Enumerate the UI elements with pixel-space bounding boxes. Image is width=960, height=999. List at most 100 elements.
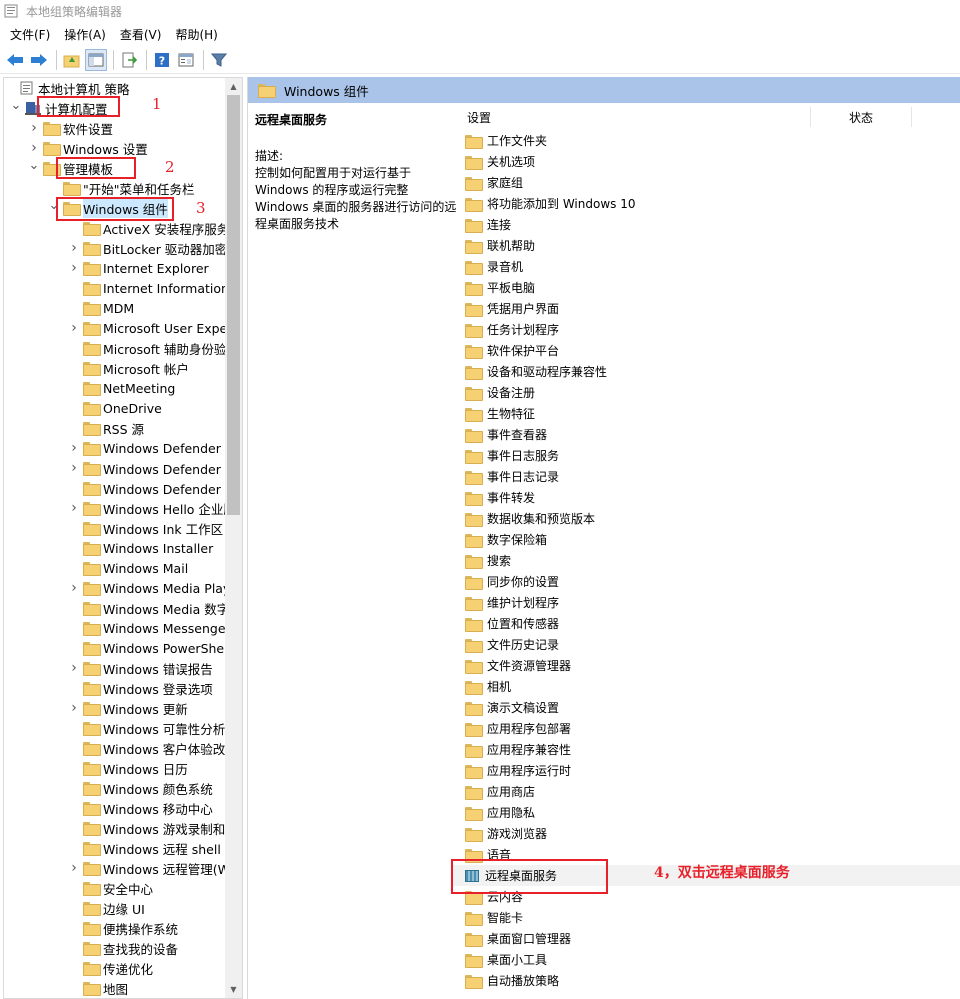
settings-list-item[interactable]: 游戏浏览器 <box>453 823 960 844</box>
settings-list-item[interactable]: 智能卡 <box>453 907 960 928</box>
tree-item[interactable]: Microsoft 辅助身份验证 <box>68 338 239 358</box>
up-folder-icon[interactable] <box>61 49 83 71</box>
chevron-down-icon[interactable]: ⌄ <box>10 95 22 115</box>
menu-file[interactable]: 文件(F) <box>4 26 56 43</box>
menu-action[interactable]: 操作(A) <box>58 26 112 43</box>
tree-item[interactable]: Windows PowerShell <box>68 638 231 658</box>
settings-list-item[interactable]: 连接 <box>453 214 960 235</box>
settings-list-item[interactable]: 应用商店 <box>453 781 960 802</box>
settings-list-item[interactable]: 演示文稿设置 <box>453 697 960 718</box>
settings-list-item[interactable]: 自动播放策略 <box>453 970 960 991</box>
scroll-down-arrow-icon[interactable]: ▼ <box>225 981 242 998</box>
chevron-down-icon[interactable]: ⌄ <box>28 155 40 175</box>
settings-list-item[interactable]: 工作文件夹 <box>453 130 960 151</box>
settings-list-item[interactable]: 事件转发 <box>453 487 960 508</box>
chevron-right-icon[interactable]: › <box>68 658 80 678</box>
settings-list-item[interactable]: 凭据用户界面 <box>453 298 960 319</box>
settings-list-item[interactable]: 相机 <box>453 676 960 697</box>
tree-item[interactable]: › Windows Media Playe <box>68 578 238 598</box>
chevron-right-icon[interactable]: › <box>68 858 80 878</box>
column-header-state[interactable]: 状态 <box>849 109 873 126</box>
tree-item[interactable]: Windows 远程 shell <box>68 838 221 858</box>
chevron-right-icon[interactable]: › <box>68 238 80 258</box>
properties-icon[interactable] <box>175 49 197 71</box>
settings-list-item[interactable]: 平板电脑 <box>453 277 960 298</box>
tree-item[interactable]: Windows Defender 应 <box>68 478 237 498</box>
chevron-right-icon[interactable]: › <box>68 698 80 718</box>
settings-list-item[interactable]: 生物特征 <box>453 403 960 424</box>
settings-list-item[interactable]: 联机帮助 <box>453 235 960 256</box>
chevron-right-icon[interactable]: › <box>68 458 80 478</box>
settings-list-item[interactable]: 数字保险箱 <box>453 529 960 550</box>
help-icon[interactable]: ? <box>151 49 173 71</box>
tree-item[interactable]: Windows 移动中心 <box>68 798 213 818</box>
settings-list-item[interactable]: 桌面小工具 <box>453 949 960 970</box>
column-separator[interactable] <box>810 107 811 127</box>
tree-item[interactable]: "开始"菜单和任务栏 <box>48 178 195 198</box>
tree-item[interactable]: Windows 登录选项 <box>68 678 213 698</box>
settings-list-item[interactable]: 文件历史记录 <box>453 634 960 655</box>
settings-list-item[interactable]: 关机选项 <box>453 151 960 172</box>
settings-list-item[interactable]: 事件日志服务 <box>453 445 960 466</box>
tree-item[interactable]: Windows 颜色系统 <box>68 778 213 798</box>
settings-list-item[interactable]: 应用程序包部署 <box>453 718 960 739</box>
chevron-right-icon[interactable]: › <box>68 258 80 278</box>
tree-item[interactable]: Microsoft 帐户 <box>68 358 189 378</box>
tree-item[interactable]: 地图 <box>68 978 128 998</box>
tree-item[interactable]: › Internet Explorer <box>68 258 209 278</box>
tree-item[interactable]: 查找我的设备 <box>68 938 178 958</box>
settings-list-item[interactable]: 应用程序兼容性 <box>453 739 960 760</box>
tree-item[interactable]: › Windows Defender 防 <box>68 458 237 478</box>
column-header-setting[interactable]: 设置 <box>467 109 491 126</box>
back-icon[interactable] <box>4 49 26 71</box>
tree-item[interactable]: Internet Information S <box>68 278 241 298</box>
settings-list-item[interactable]: 设备注册 <box>453 382 960 403</box>
show-hide-tree-icon[interactable] <box>85 48 107 71</box>
settings-list-item[interactable]: 应用程序运行时 <box>453 760 960 781</box>
tree-scrollbar[interactable]: ▲ ▼ <box>225 78 242 998</box>
settings-list-item[interactable]: 软件保护平台 <box>453 340 960 361</box>
tree-item[interactable]: Windows 可靠性分析 <box>68 718 225 738</box>
chevron-right-icon[interactable]: › <box>28 118 40 138</box>
tree-item[interactable]: NetMeeting <box>68 378 175 398</box>
settings-list-item[interactable]: 位置和传感器 <box>453 613 960 634</box>
tree-item[interactable]: 本地计算机 策略 <box>8 78 129 98</box>
tree-item[interactable]: ActiveX 安装程序服务 <box>68 218 229 238</box>
chevron-right-icon[interactable]: › <box>68 578 80 598</box>
settings-list-item[interactable]: 录音机 <box>453 256 960 277</box>
tree-item[interactable]: › Windows 错误报告 <box>68 658 213 678</box>
tree-item[interactable]: MDM <box>68 298 134 318</box>
settings-list-item[interactable]: 数据收集和预览版本 <box>453 508 960 529</box>
tree-item[interactable]: 传递优化 <box>68 958 153 978</box>
tree-item[interactable]: Windows 游戏录制和广 <box>68 818 238 838</box>
chevron-right-icon[interactable]: › <box>68 438 80 458</box>
settings-list-item[interactable]: 应用隐私 <box>453 802 960 823</box>
settings-list-item[interactable]: 维护计划程序 <box>453 592 960 613</box>
tree-item[interactable]: Windows Messenger <box>68 618 231 638</box>
tree-item[interactable]: Windows Installer <box>68 538 213 558</box>
tree-item[interactable]: › Microsoft User Exper <box>68 318 232 338</box>
tree-item[interactable]: 边缘 UI <box>68 898 145 918</box>
menu-help[interactable]: 帮助(H) <box>169 26 223 43</box>
tree-item[interactable]: OneDrive <box>68 398 162 418</box>
tree-item[interactable]: › 软件设置 <box>28 118 113 138</box>
settings-list-item[interactable]: 任务计划程序 <box>453 319 960 340</box>
tree-item[interactable]: › Windows Hello 企业版 <box>68 498 236 518</box>
export-list-icon[interactable] <box>118 49 140 71</box>
tree-item[interactable]: › BitLocker 驱动器加密 <box>68 238 227 258</box>
tree-item[interactable]: Windows Media 数字 <box>68 598 229 618</box>
settings-list-item[interactable]: 设备和驱动程序兼容性 <box>453 361 960 382</box>
settings-list-item[interactable]: 搜索 <box>453 550 960 571</box>
tree-item[interactable]: Windows 日历 <box>68 758 188 778</box>
settings-list-item[interactable]: 桌面窗口管理器 <box>453 928 960 949</box>
tree-item[interactable]: › Windows Defender S <box>68 438 233 458</box>
tree-item[interactable]: Windows 客户体验改善 <box>68 738 238 758</box>
settings-list-item[interactable]: 家庭组 <box>453 172 960 193</box>
tree-item[interactable]: 便携操作系统 <box>68 918 178 938</box>
tree-item[interactable]: › Windows 设置 <box>28 138 148 158</box>
settings-list-item[interactable]: 文件资源管理器 <box>453 655 960 676</box>
settings-list-item[interactable]: 事件查看器 <box>453 424 960 445</box>
tree-item[interactable]: 安全中心 <box>68 878 153 898</box>
tree-item[interactable]: RSS 源 <box>68 418 144 438</box>
scroll-up-arrow-icon[interactable]: ▲ <box>225 78 242 95</box>
